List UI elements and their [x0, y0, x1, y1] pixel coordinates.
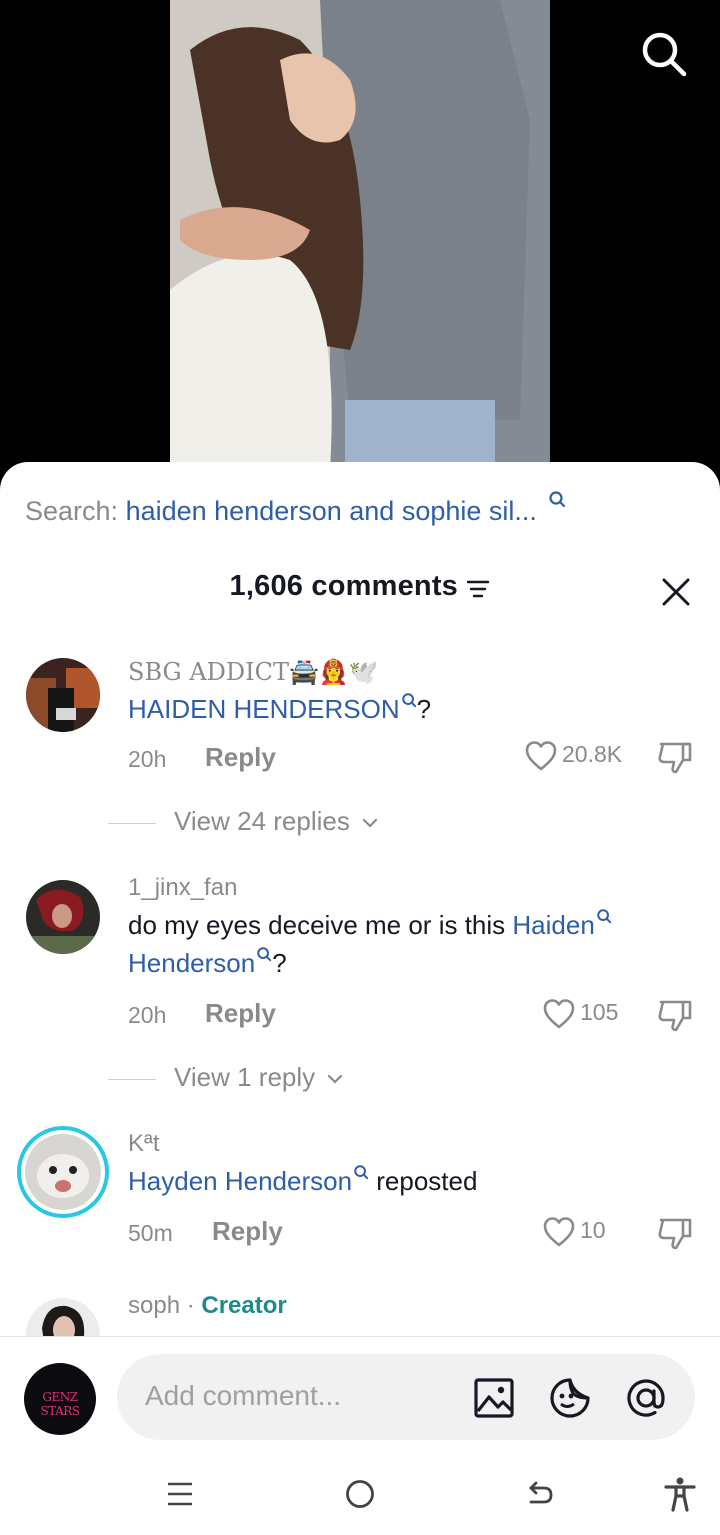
comment-count: 1,606 comments	[229, 570, 459, 602]
video-player[interactable]	[0, 0, 720, 480]
comment-timestamp: 50m	[128, 1220, 173, 1246]
search-suggestion[interactable]: Search: haiden henderson and sophie sil.…	[25, 491, 566, 527]
reply-button[interactable]: Reply	[205, 998, 276, 1029]
like-count: 10	[580, 1217, 606, 1244]
home-icon[interactable]	[342, 1476, 378, 1512]
comment-text: do my eyes deceive me or is this Haiden H…	[128, 906, 668, 982]
comment-timestamp: 20h	[128, 746, 167, 772]
comment-search-link[interactable]: Henderson	[128, 948, 255, 978]
comment-text-tail: ?	[416, 694, 432, 724]
like-button[interactable]: 105	[542, 998, 618, 1030]
system-nav-bar	[0, 1446, 720, 1535]
comment-input-placeholder: Add comment...	[145, 1380, 342, 1411]
comment-item: soph · Creator	[0, 1292, 720, 1336]
comment-timestamp: 20h	[128, 1002, 167, 1028]
like-button[interactable]: 20.8K	[524, 740, 622, 772]
avatar[interactable]	[26, 1298, 100, 1336]
my-avatar-text: GENZ STARS	[40, 1390, 81, 1418]
comment-search-link[interactable]: Hayden Henderson	[128, 1166, 352, 1196]
accessibility-icon[interactable]	[662, 1476, 698, 1512]
mention-icon[interactable]	[625, 1377, 667, 1419]
back-icon[interactable]	[522, 1476, 558, 1512]
my-avatar[interactable]: GENZ STARS	[24, 1363, 96, 1435]
recent-apps-icon[interactable]	[162, 1476, 198, 1512]
heart-icon	[543, 1217, 575, 1247]
sort-filter-icon[interactable]	[466, 579, 490, 599]
search-icon	[257, 947, 272, 962]
search-icon	[597, 909, 611, 924]
comment-input[interactable]: Add comment...	[117, 1354, 695, 1440]
search-suggestion-label: Search:	[25, 496, 119, 526]
comment-text-lead: do my eyes deceive me or is this	[128, 910, 513, 940]
view-replies-button[interactable]: View 1 reply	[108, 1062, 344, 1093]
like-count: 20.8K	[562, 741, 623, 768]
video-frame	[170, 0, 550, 470]
comment-username[interactable]: Kªt	[128, 1130, 160, 1158]
avatar	[25, 1134, 101, 1210]
comment-search-link[interactable]: HAIDEN HENDERSON	[128, 694, 400, 724]
search-icon	[549, 491, 566, 508]
avatar[interactable]	[26, 880, 100, 954]
like-button[interactable]: 10	[542, 1216, 606, 1248]
comment-text-tail: ?	[272, 948, 287, 978]
comment-search-link[interactable]: Haiden	[512, 910, 594, 940]
creator-badge: Creator	[201, 1292, 287, 1319]
comment-username-text[interactable]: soph	[128, 1292, 180, 1319]
chevron-down-icon	[328, 1075, 343, 1084]
comments-header: 1,606 comments	[0, 570, 720, 614]
comment-input-bar: GENZ STARS Add comment...	[0, 1336, 720, 1446]
search-icon	[354, 1165, 369, 1180]
image-icon[interactable]	[473, 1377, 515, 1419]
video-still-image	[170, 0, 550, 470]
replies-divider	[108, 1078, 156, 1080]
avatar[interactable]	[26, 658, 100, 732]
avatar-story-ring[interactable]	[17, 1126, 109, 1218]
view-replies-label: View 1 reply	[174, 1062, 316, 1092]
sticker-icon[interactable]	[549, 1377, 591, 1419]
search-icon[interactable]	[638, 28, 690, 80]
search-suggestion-query[interactable]: haiden henderson and sophie sil...	[126, 496, 537, 526]
chevron-down-icon	[362, 819, 378, 828]
dislike-icon[interactable]	[656, 740, 694, 776]
reply-button[interactable]: Reply	[205, 742, 276, 773]
dislike-icon[interactable]	[656, 998, 694, 1034]
comment-username[interactable]: 1_jinx_fan	[128, 874, 237, 902]
comment-text: HAIDEN HENDERSON?	[128, 690, 668, 728]
view-replies-button[interactable]: View 24 replies	[108, 806, 379, 837]
replies-divider	[108, 822, 156, 824]
comment-username[interactable]: SBG ADDICT🚔👩‍🚒🕊️	[128, 658, 379, 686]
heart-icon	[525, 741, 557, 771]
search-icon	[401, 693, 416, 708]
comment-text-tail: reposted	[369, 1166, 478, 1196]
dislike-icon[interactable]	[656, 1216, 694, 1252]
close-icon[interactable]	[660, 576, 692, 608]
comment-username: soph · Creator	[128, 1292, 287, 1320]
reply-button[interactable]: Reply	[212, 1216, 283, 1247]
separator: ·	[180, 1292, 202, 1319]
heart-icon	[543, 999, 575, 1029]
comment-text: Hayden Henderson reposted	[128, 1162, 668, 1200]
like-count: 105	[580, 999, 619, 1026]
view-replies-label: View 24 replies	[174, 806, 350, 836]
